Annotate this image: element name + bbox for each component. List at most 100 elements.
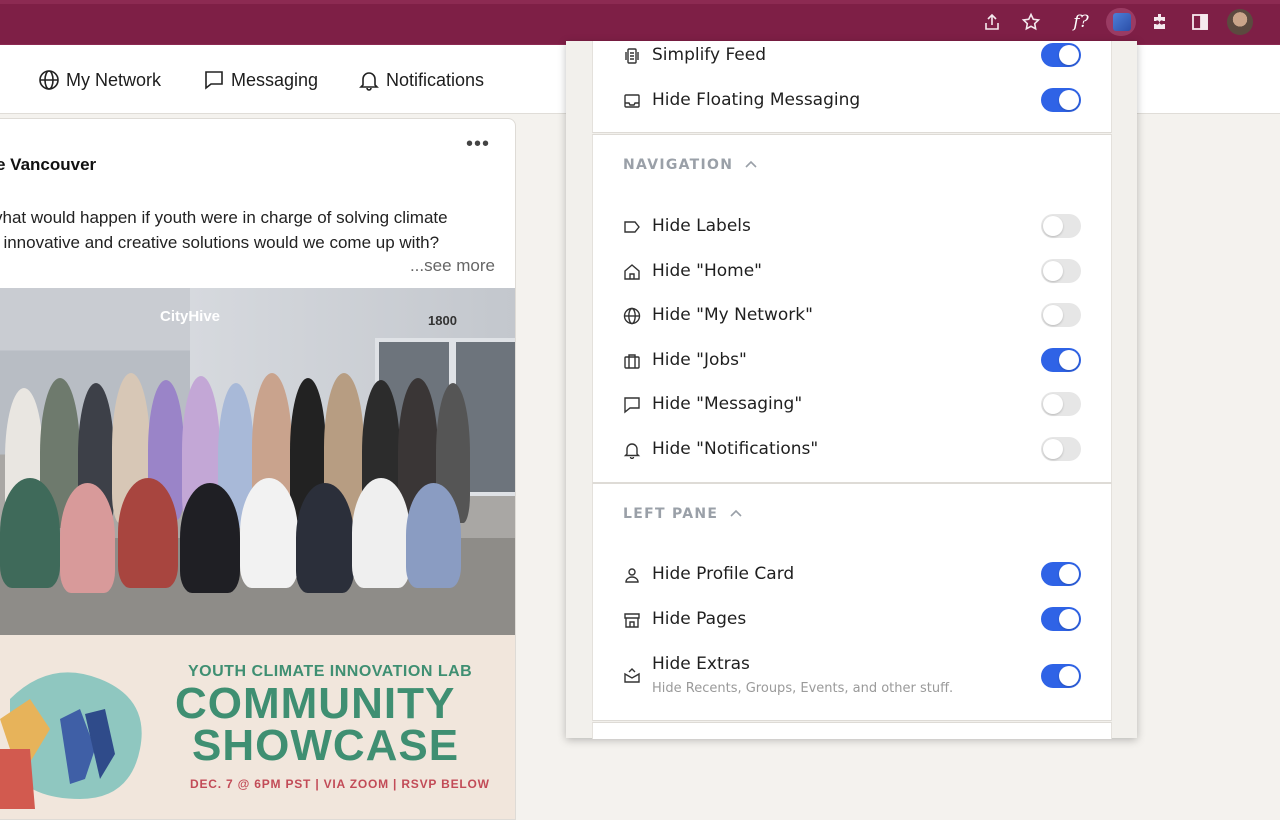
bookmark-star-icon[interactable] (1021, 12, 1041, 32)
toggle-knob (1059, 350, 1079, 370)
toggle-hide-notifications[interactable] (1041, 437, 1081, 461)
toggle-hide-profile-card[interactable] (1041, 562, 1081, 586)
toggle-knob (1059, 45, 1079, 65)
chevron-up-icon (730, 509, 742, 517)
setting-hide-my-network: Hide "My Network" (623, 301, 1083, 331)
setting-label: Simplify Feed (652, 45, 767, 65)
puzzle-icon[interactable] (1150, 12, 1170, 32)
toggle-hide-pages[interactable] (1041, 607, 1081, 631)
banner-title-line: SHOWCASE (192, 721, 460, 770)
setting-hide-notifications: Hide "Notifications" (623, 435, 1083, 465)
section-title: LEFT PANE (623, 506, 719, 522)
toggle-hide-messaging[interactable] (1041, 392, 1081, 416)
chevron-up-icon (745, 160, 757, 168)
nav-notifications[interactable]: Notifications (358, 67, 484, 93)
post-text-line: vhat would happen if youth were in charg… (0, 208, 448, 227)
globe-icon (39, 70, 59, 90)
photo-logo: CityHive (160, 308, 221, 325)
left-pane-card: LEFT PANE Hide Profile Card Hide Pages H… (592, 483, 1112, 721)
setting-hide-jobs: Hide "Jobs" (623, 346, 1083, 376)
general-card: Simplify Feed Hide Floating Messaging (592, 41, 1112, 133)
nav-my-network[interactable]: My Network (38, 67, 161, 93)
toggle-hide-floating-messaging[interactable] (1041, 88, 1081, 112)
extension-square (1113, 13, 1131, 31)
post-photo[interactable]: CityHive 1800 (0, 288, 515, 635)
toggle-knob (1059, 564, 1079, 584)
message-icon (623, 396, 641, 414)
photo-building-number: 1800 (428, 313, 457, 328)
briefcase-icon (623, 352, 641, 370)
post-author[interactable]: e Vancouver (0, 155, 96, 175)
toggle-hide-home[interactable] (1041, 259, 1081, 283)
setting-hide-profile-card: Hide Profile Card (623, 560, 1083, 590)
setting-hide-floating-messaging: Hide Floating Messaging (623, 86, 1083, 116)
setting-label: Hide "Home" (652, 261, 763, 281)
tag-icon (623, 218, 641, 236)
toggle-hide-labels[interactable] (1041, 214, 1081, 238)
toggle-knob (1059, 90, 1079, 110)
toggle-hide-jobs[interactable] (1041, 348, 1081, 372)
user-icon (623, 566, 641, 584)
toggle-knob (1043, 216, 1063, 236)
feed-post: ••• e Vancouver vhat would happen if you… (0, 118, 516, 820)
setting-label: Hide "Messaging" (652, 394, 803, 414)
bell-icon (623, 441, 641, 460)
left-pane-section-header[interactable]: LEFT PANE (623, 506, 744, 522)
setting-label: Hide Labels (652, 216, 751, 236)
nav-label: My Network (66, 69, 162, 90)
bell-icon (359, 72, 379, 91)
sidepanel-icon[interactable] (1190, 12, 1210, 32)
setting-label: Hide Pages (652, 609, 747, 629)
share-icon[interactable] (982, 12, 1002, 32)
post-text: vhat would happen if youth were in charg… (0, 205, 494, 255)
setting-hide-pages: Hide Pages (623, 605, 1083, 635)
toggle-knob (1043, 261, 1063, 281)
store-icon (623, 611, 641, 629)
setting-label: Hide "Jobs" (652, 350, 747, 370)
navigation-card: NAVIGATION Hide Labels Hide "Home" Hide … (592, 134, 1112, 483)
post-more-menu-icon[interactable]: ••• (466, 133, 490, 156)
extension-popup: Simplify Feed Hide Floating Messaging NA… (566, 41, 1137, 739)
extras-icon (623, 667, 641, 685)
banner-title-line: COMMUNITY (175, 679, 456, 728)
banner-artwork (0, 672, 142, 809)
section-title: NAVIGATION (623, 157, 734, 173)
toggle-knob (1043, 439, 1063, 459)
event-banner[interactable]: YOUTH CLIMATE INNOVATION LAB COMMUNITY S… (0, 635, 515, 819)
toggle-knob (1059, 666, 1079, 686)
photo-crowd (0, 368, 470, 628)
setting-label: Hide "My Network" (652, 305, 813, 325)
toggle-simplify-feed[interactable] (1041, 43, 1081, 67)
setting-label: Hide "Notifications" (652, 439, 819, 459)
toggle-hide-my-network[interactable] (1041, 303, 1081, 327)
toggle-knob (1059, 609, 1079, 629)
banner-date: DEC. 7 @ 6PM PST | VIA ZOOM | RSVP BELOW (190, 777, 490, 791)
setting-hide-labels: Hide Labels (623, 212, 1083, 242)
toggle-knob (1043, 305, 1063, 325)
setting-hide-extras: Hide Extras Hide Recents, Groups, Events… (623, 650, 1083, 700)
setting-hide-messaging: Hide "Messaging" (623, 390, 1083, 420)
setting-hide-home: Hide "Home" (623, 257, 1083, 287)
globe-icon (623, 307, 641, 325)
fx-extension-icon[interactable]: f? (1066, 9, 1096, 35)
see-more-link[interactable]: ...see more (410, 256, 495, 276)
nav-messaging[interactable]: Messaging (203, 67, 318, 93)
setting-label: Hide Extras (652, 654, 750, 674)
setting-description: Hide Recents, Groups, Events, and other … (652, 681, 954, 696)
home-icon (623, 263, 641, 281)
message-icon (205, 71, 223, 90)
post-text-line: t innovative and creative solutions woul… (0, 233, 440, 252)
navigation-section-header[interactable]: NAVIGATION (623, 157, 759, 173)
active-extension-icon[interactable] (1106, 8, 1136, 36)
next-card (592, 722, 1112, 739)
phone-feed-icon (623, 47, 641, 65)
profile-avatar[interactable] (1227, 9, 1253, 35)
toggle-hide-extras[interactable] (1041, 664, 1081, 688)
setting-label: Hide Profile Card (652, 564, 795, 584)
setting-label: Hide Floating Messaging (652, 90, 861, 110)
browser-toolbar: f? (0, 0, 1280, 45)
banner-title: COMMUNITY SHOWCASE (175, 679, 460, 770)
toggle-knob (1043, 394, 1063, 414)
nav-label: Messaging (231, 69, 319, 90)
setting-simplify-feed: Simplify Feed (623, 41, 1083, 71)
